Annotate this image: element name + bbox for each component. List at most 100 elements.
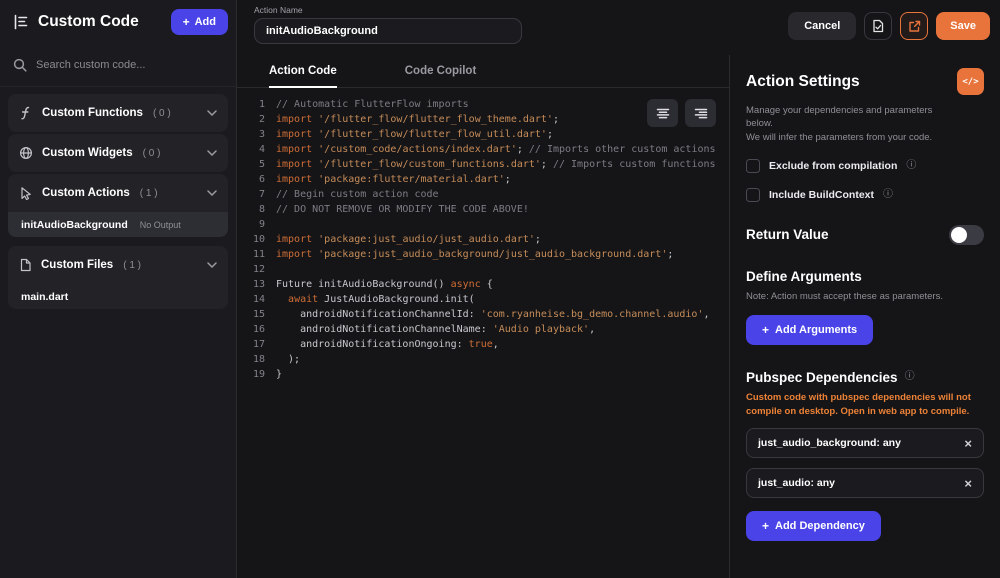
code-line: 3import '/flutter_flow/flutter_flow_util…	[237, 127, 729, 142]
file-check-icon	[871, 19, 885, 33]
format-code-button[interactable]	[647, 99, 678, 127]
code-line: 9	[237, 217, 729, 232]
list-item-label: main.dart	[21, 291, 68, 303]
pubspec-warning: Custom code with pubspec dependencies wi…	[746, 391, 984, 419]
sidebar-header: Custom Code + Add	[0, 0, 236, 44]
view-code-button[interactable]: </>	[957, 68, 984, 95]
code-line: 6import 'package:flutter/material.dart';	[237, 172, 729, 187]
define-arguments-title: Define Arguments	[746, 269, 984, 284]
sidebar-section-custom-functions: Custom Functions ( 0 )	[8, 94, 228, 132]
list-item-main-dart[interactable]: main.dart	[8, 284, 228, 309]
main-area: Action Name Cancel Save	[237, 0, 1000, 578]
open-in-new-window-button[interactable]	[900, 12, 928, 40]
plus-icon: +	[762, 324, 769, 336]
line-number: 12	[237, 262, 265, 277]
line-number: 10	[237, 232, 265, 247]
exclude-from-compilation-checkbox[interactable]	[746, 159, 760, 173]
external-link-icon	[908, 20, 921, 33]
pubspec-dependencies-title: Pubspec Dependencies	[746, 370, 898, 385]
define-arguments-note: Note: Action must accept these as parame…	[746, 291, 984, 302]
code-line: 10import 'package:just_audio/just_audio.…	[237, 232, 729, 247]
sidebar-item-custom-files[interactable]: Custom Files ( 1 )	[8, 246, 228, 284]
code-line: 12	[237, 262, 729, 277]
chevron-down-icon	[207, 150, 217, 156]
line-number: 7	[237, 187, 265, 202]
settings-header: Action Settings </>	[746, 68, 984, 95]
code-line: 16 androidNotificationChannelName: 'Audi…	[237, 322, 729, 337]
add-dependency-label: Add Dependency	[775, 520, 865, 532]
custom-code-page: Custom Code + Add Custom Functions ( 0 )	[0, 0, 1000, 578]
status-badge: No Output	[140, 220, 181, 230]
close-icon[interactable]: ×	[964, 437, 972, 450]
close-icon[interactable]: ×	[964, 477, 972, 490]
check-code-button[interactable]	[864, 12, 892, 40]
add-button-label: Add	[195, 16, 216, 28]
code-editor[interactable]: 1// Automatic FlutterFlow imports2import…	[237, 88, 729, 578]
align-right-icon	[694, 108, 708, 119]
line-number: 17	[237, 337, 265, 352]
checkbox-label: Exclude from compilation	[769, 160, 897, 172]
main-body: Action Code Code Copilot	[237, 55, 1000, 578]
save-button[interactable]: Save	[936, 12, 990, 40]
chevron-down-icon	[207, 262, 217, 268]
topbar: Action Name Cancel Save	[237, 0, 1000, 55]
sidebar-section-custom-actions: Custom Actions ( 1 ) initAudioBackground…	[8, 174, 228, 237]
editor-toolbar	[647, 99, 716, 127]
code-line: 17 androidNotificationOngoing: true,	[237, 337, 729, 352]
plus-icon: +	[183, 16, 190, 28]
custom-code-icon	[12, 13, 30, 31]
section-count: ( 1 )	[140, 188, 158, 199]
line-number: 11	[237, 247, 265, 262]
action-cursor-icon	[19, 186, 33, 200]
sidebar-item-custom-functions[interactable]: Custom Functions ( 0 )	[8, 94, 228, 132]
sidebar-item-custom-actions[interactable]: Custom Actions ( 1 )	[8, 174, 228, 212]
include-buildcontext-row: Include BuildContext ⓘ	[746, 188, 984, 202]
add-dependency-button[interactable]: + Add Dependency	[746, 511, 881, 541]
return-value-label: Return Value	[746, 227, 829, 242]
code-line: 18 );	[237, 352, 729, 367]
return-value-toggle[interactable]	[949, 225, 984, 245]
code-content: 1// Automatic FlutterFlow imports2import…	[237, 97, 729, 382]
file-icon	[19, 258, 32, 272]
pubspec-title-row: Pubspec Dependencies ⓘ	[746, 370, 984, 385]
code-line: 5import '/flutter_flow/custom_functions.…	[237, 157, 729, 172]
line-number: 4	[237, 142, 265, 157]
line-number: 13	[237, 277, 265, 292]
section-label: Custom Files	[41, 259, 113, 271]
action-settings-panel: Action Settings </> Manage your dependen…	[730, 55, 1000, 578]
section-label: Custom Functions	[42, 107, 143, 119]
action-name-label: Action Name	[254, 5, 522, 15]
add-arguments-button[interactable]: + Add Arguments	[746, 315, 873, 345]
line-number: 15	[237, 307, 265, 322]
code-line: 19}	[237, 367, 729, 382]
line-number: 14	[237, 292, 265, 307]
cancel-button[interactable]: Cancel	[788, 12, 856, 40]
code-line: 8// DO NOT REMOVE OR MODIFY THE CODE ABO…	[237, 202, 729, 217]
page-title: Custom Code	[38, 13, 163, 31]
dependency-value: just_audio_background: any	[758, 437, 901, 449]
widget-globe-icon	[19, 146, 33, 160]
action-name-input[interactable]	[254, 18, 522, 44]
code-line: 4import '/custom_code/actions/index.dart…	[237, 142, 729, 157]
line-number: 2	[237, 112, 265, 127]
sidebar-sections: Custom Functions ( 0 ) Custom Widgets ( …	[0, 87, 236, 318]
line-number: 1	[237, 97, 265, 112]
dependency-chip-just-audio-background: just_audio_background: any ×	[746, 428, 984, 458]
function-icon	[19, 106, 33, 120]
include-buildcontext-checkbox[interactable]	[746, 188, 760, 202]
section-label: Custom Actions	[42, 187, 130, 199]
chevron-down-icon	[207, 190, 217, 196]
sidebar-item-custom-widgets[interactable]: Custom Widgets ( 0 )	[8, 134, 228, 172]
add-button[interactable]: + Add	[171, 9, 228, 35]
settings-description: Manage your dependencies and parameters …	[746, 104, 952, 131]
settings-description: We will infer the parameters from your c…	[746, 131, 952, 144]
tab-code-copilot[interactable]: Code Copilot	[405, 55, 477, 88]
tab-action-code[interactable]: Action Code	[269, 55, 337, 88]
sidebar-section-custom-widgets: Custom Widgets ( 0 )	[8, 134, 228, 172]
code-line: 14 await JustAudioBackground.init(	[237, 292, 729, 307]
exclude-from-compilation-row: Exclude from compilation ⓘ	[746, 159, 984, 173]
search-input[interactable]	[36, 59, 223, 71]
list-item-init-audio-background[interactable]: initAudioBackground No Output	[8, 212, 228, 237]
indent-code-button[interactable]	[685, 99, 716, 127]
line-number: 3	[237, 127, 265, 142]
